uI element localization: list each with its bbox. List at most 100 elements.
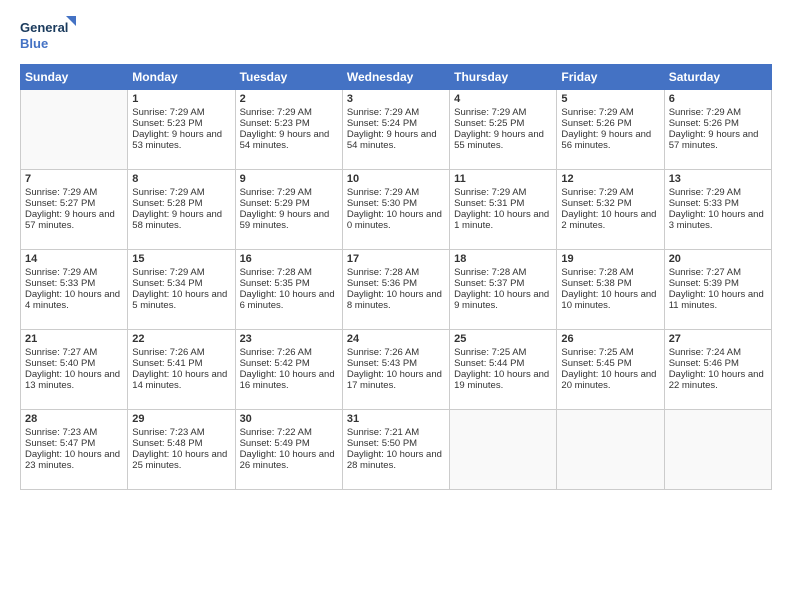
sunset-label: Sunset: 5:35 PM (240, 278, 310, 289)
day-number: 3 (347, 93, 445, 105)
daylight-label: Daylight: 9 hours and 54 minutes. (347, 129, 437, 151)
day-number: 1 (132, 93, 230, 105)
header-tuesday: Tuesday (235, 65, 342, 90)
sunrise-label: Sunrise: 7:29 AM (454, 187, 526, 198)
day-number: 2 (240, 93, 338, 105)
cell-4-2: 22Sunrise: 7:26 AMSunset: 5:41 PMDayligh… (128, 330, 235, 410)
sunrise-label: Sunrise: 7:29 AM (561, 187, 633, 198)
cell-4-1: 21Sunrise: 7:27 AMSunset: 5:40 PMDayligh… (21, 330, 128, 410)
day-number: 7 (25, 173, 123, 185)
cell-3-1: 14Sunrise: 7:29 AMSunset: 5:33 PMDayligh… (21, 250, 128, 330)
day-number: 4 (454, 93, 552, 105)
daylight-label: Daylight: 9 hours and 55 minutes. (454, 129, 544, 151)
day-number: 23 (240, 333, 338, 345)
daylight-label: Daylight: 9 hours and 54 minutes. (240, 129, 330, 151)
day-number: 5 (561, 93, 659, 105)
daylight-label: Daylight: 10 hours and 2 minutes. (561, 209, 656, 231)
sunset-label: Sunset: 5:32 PM (561, 198, 631, 209)
sunset-label: Sunset: 5:30 PM (347, 198, 417, 209)
daylight-label: Daylight: 10 hours and 0 minutes. (347, 209, 442, 231)
sunrise-label: Sunrise: 7:27 AM (669, 267, 741, 278)
sunrise-label: Sunrise: 7:23 AM (132, 427, 204, 438)
cell-5-1: 28Sunrise: 7:23 AMSunset: 5:47 PMDayligh… (21, 410, 128, 490)
daylight-label: Daylight: 10 hours and 10 minutes. (561, 289, 656, 311)
sunrise-label: Sunrise: 7:29 AM (25, 187, 97, 198)
cell-5-4: 31Sunrise: 7:21 AMSunset: 5:50 PMDayligh… (342, 410, 449, 490)
cell-3-3: 16Sunrise: 7:28 AMSunset: 5:35 PMDayligh… (235, 250, 342, 330)
sunrise-label: Sunrise: 7:29 AM (454, 107, 526, 118)
cell-2-5: 11Sunrise: 7:29 AMSunset: 5:31 PMDayligh… (450, 170, 557, 250)
sunrise-label: Sunrise: 7:23 AM (25, 427, 97, 438)
header-thursday: Thursday (450, 65, 557, 90)
sunset-label: Sunset: 5:26 PM (669, 118, 739, 129)
sunset-label: Sunset: 5:24 PM (347, 118, 417, 129)
sunset-label: Sunset: 5:39 PM (669, 278, 739, 289)
sunrise-label: Sunrise: 7:29 AM (240, 107, 312, 118)
calendar-table: SundayMondayTuesdayWednesdayThursdayFrid… (20, 64, 772, 490)
sunrise-label: Sunrise: 7:29 AM (347, 107, 419, 118)
day-number: 17 (347, 253, 445, 265)
day-number: 19 (561, 253, 659, 265)
sunset-label: Sunset: 5:42 PM (240, 358, 310, 369)
sunrise-label: Sunrise: 7:28 AM (561, 267, 633, 278)
header-monday: Monday (128, 65, 235, 90)
daylight-label: Daylight: 9 hours and 53 minutes. (132, 129, 222, 151)
header-row: SundayMondayTuesdayWednesdayThursdayFrid… (21, 65, 772, 90)
daylight-label: Daylight: 10 hours and 23 minutes. (25, 449, 120, 471)
cell-2-1: 7Sunrise: 7:29 AMSunset: 5:27 PMDaylight… (21, 170, 128, 250)
day-number: 29 (132, 413, 230, 425)
sunset-label: Sunset: 5:29 PM (240, 198, 310, 209)
daylight-label: Daylight: 9 hours and 56 minutes. (561, 129, 651, 151)
daylight-label: Daylight: 10 hours and 1 minute. (454, 209, 549, 231)
sunset-label: Sunset: 5:50 PM (347, 438, 417, 449)
week-row-3: 14Sunrise: 7:29 AMSunset: 5:33 PMDayligh… (21, 250, 772, 330)
daylight-label: Daylight: 10 hours and 6 minutes. (240, 289, 335, 311)
sunset-label: Sunset: 5:44 PM (454, 358, 524, 369)
cell-3-7: 20Sunrise: 7:27 AMSunset: 5:39 PMDayligh… (664, 250, 771, 330)
daylight-label: Daylight: 10 hours and 4 minutes. (25, 289, 120, 311)
sunrise-label: Sunrise: 7:25 AM (561, 347, 633, 358)
day-number: 20 (669, 253, 767, 265)
sunrise-label: Sunrise: 7:22 AM (240, 427, 312, 438)
week-row-2: 7Sunrise: 7:29 AMSunset: 5:27 PMDaylight… (21, 170, 772, 250)
daylight-label: Daylight: 10 hours and 20 minutes. (561, 369, 656, 391)
daylight-label: Daylight: 10 hours and 26 minutes. (240, 449, 335, 471)
sunset-label: Sunset: 5:48 PM (132, 438, 202, 449)
sunset-label: Sunset: 5:31 PM (454, 198, 524, 209)
sunset-label: Sunset: 5:33 PM (25, 278, 95, 289)
cell-3-4: 17Sunrise: 7:28 AMSunset: 5:36 PMDayligh… (342, 250, 449, 330)
week-row-4: 21Sunrise: 7:27 AMSunset: 5:40 PMDayligh… (21, 330, 772, 410)
cell-1-3: 2Sunrise: 7:29 AMSunset: 5:23 PMDaylight… (235, 90, 342, 170)
cell-4-4: 24Sunrise: 7:26 AMSunset: 5:43 PMDayligh… (342, 330, 449, 410)
header-friday: Friday (557, 65, 664, 90)
daylight-label: Daylight: 10 hours and 3 minutes. (669, 209, 764, 231)
cell-4-7: 27Sunrise: 7:24 AMSunset: 5:46 PMDayligh… (664, 330, 771, 410)
cell-3-6: 19Sunrise: 7:28 AMSunset: 5:38 PMDayligh… (557, 250, 664, 330)
sunrise-label: Sunrise: 7:29 AM (347, 187, 419, 198)
cell-4-5: 25Sunrise: 7:25 AMSunset: 5:44 PMDayligh… (450, 330, 557, 410)
sunset-label: Sunset: 5:46 PM (669, 358, 739, 369)
sunset-label: Sunset: 5:40 PM (25, 358, 95, 369)
sunset-label: Sunset: 5:49 PM (240, 438, 310, 449)
header-sunday: Sunday (21, 65, 128, 90)
calendar-container: General Blue SundayMondayTuesdayWednesda… (0, 0, 792, 500)
day-number: 6 (669, 93, 767, 105)
daylight-label: Daylight: 10 hours and 22 minutes. (669, 369, 764, 391)
daylight-label: Daylight: 10 hours and 28 minutes. (347, 449, 442, 471)
cell-5-5 (450, 410, 557, 490)
day-number: 24 (347, 333, 445, 345)
sunset-label: Sunset: 5:37 PM (454, 278, 524, 289)
cell-1-1 (21, 90, 128, 170)
cell-1-6: 5Sunrise: 7:29 AMSunset: 5:26 PMDaylight… (557, 90, 664, 170)
day-number: 25 (454, 333, 552, 345)
cell-4-6: 26Sunrise: 7:25 AMSunset: 5:45 PMDayligh… (557, 330, 664, 410)
logo: General Blue (20, 16, 80, 54)
sunrise-label: Sunrise: 7:27 AM (25, 347, 97, 358)
sunset-label: Sunset: 5:43 PM (347, 358, 417, 369)
sunset-label: Sunset: 5:23 PM (132, 118, 202, 129)
week-row-5: 28Sunrise: 7:23 AMSunset: 5:47 PMDayligh… (21, 410, 772, 490)
day-number: 8 (132, 173, 230, 185)
day-number: 18 (454, 253, 552, 265)
sunrise-label: Sunrise: 7:24 AM (669, 347, 741, 358)
sunrise-label: Sunrise: 7:29 AM (561, 107, 633, 118)
